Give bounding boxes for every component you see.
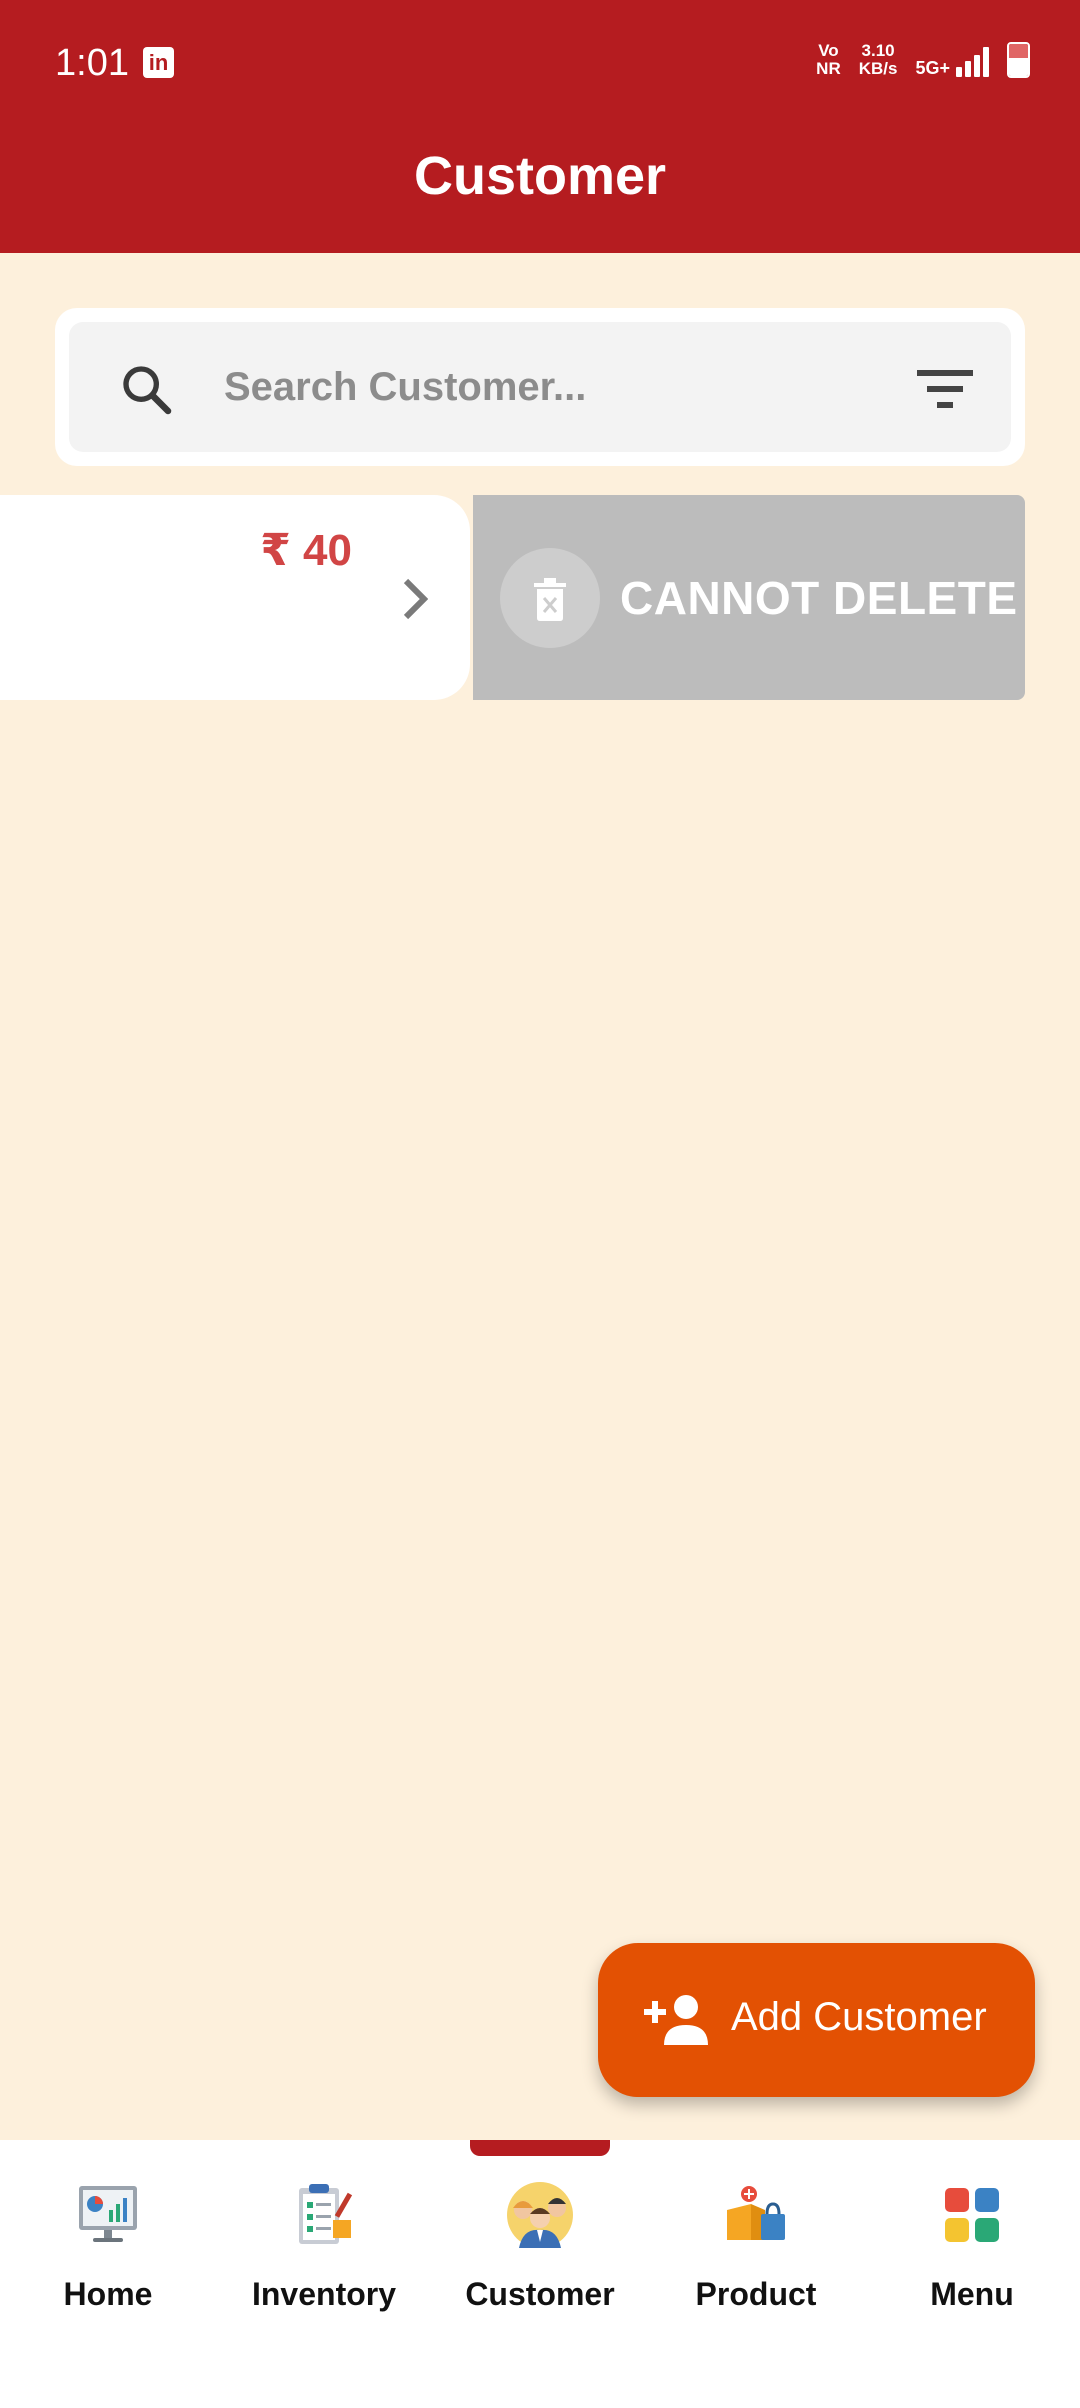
search-container: [55, 308, 1025, 466]
network-type: 5G+: [915, 43, 989, 77]
clipboard-checklist-icon: [299, 2184, 353, 2244]
nav-label-menu: Menu: [930, 2276, 1014, 2312]
add-person-icon: [644, 1995, 708, 2045]
app-header: 1:01 in Vo NR 3.10 KB/s 5G+ Customer: [0, 0, 1080, 253]
add-customer-label: Add Customer: [731, 1995, 987, 2039]
nav-label-home: Home: [63, 2276, 153, 2312]
status-indicators: Vo NR 3.10 KB/s 5G+: [816, 42, 1030, 78]
status-time: 1:01: [55, 42, 129, 84]
search-bar[interactable]: [69, 322, 1011, 452]
page-title: Customer: [413, 146, 667, 206]
nav-label-inventory: Inventory: [251, 2276, 397, 2312]
cannot-delete-label: CANNOT DELETE: [620, 572, 1018, 624]
nav-label-product: Product: [695, 2276, 817, 2312]
chevron-right-icon: [403, 578, 428, 620]
filter-icon[interactable]: [917, 366, 973, 410]
customer-balance: ₹ 40: [260, 526, 352, 575]
volte-indicator: Vo NR: [816, 41, 841, 78]
bottom-navigation: Home Inventory Customer Product Menu: [0, 2140, 1080, 2408]
signal-strength-icon: [956, 43, 989, 77]
nav-item-menu[interactable]: Menu: [864, 2180, 1080, 2330]
search-input[interactable]: [224, 352, 874, 422]
dashboard-chart-icon: [79, 2186, 137, 2242]
network-speed: 3.10 KB/s: [858, 41, 898, 78]
nav-label-customer: Customer: [465, 2276, 615, 2312]
nav-item-home[interactable]: Home: [0, 2180, 216, 2330]
product-box-bag-icon: [727, 2186, 785, 2240]
customer-list-item[interactable]: ₹ 40: [0, 495, 470, 700]
nav-item-inventory[interactable]: Inventory: [216, 2180, 432, 2330]
active-tab-indicator: [470, 2140, 610, 2156]
linkedin-icon: in: [143, 47, 174, 78]
menu-grid-icon: [945, 2188, 999, 2242]
add-customer-button[interactable]: Add Customer: [598, 1943, 1035, 2097]
customers-group-icon: [507, 2182, 573, 2248]
nav-item-product[interactable]: Product: [648, 2180, 864, 2330]
trash-icon: [500, 548, 600, 648]
nav-item-customer[interactable]: Customer: [432, 2180, 648, 2330]
cannot-delete-action[interactable]: CANNOT DELETE: [473, 495, 1025, 700]
search-icon: [123, 366, 172, 415]
battery-icon: [1007, 42, 1030, 78]
